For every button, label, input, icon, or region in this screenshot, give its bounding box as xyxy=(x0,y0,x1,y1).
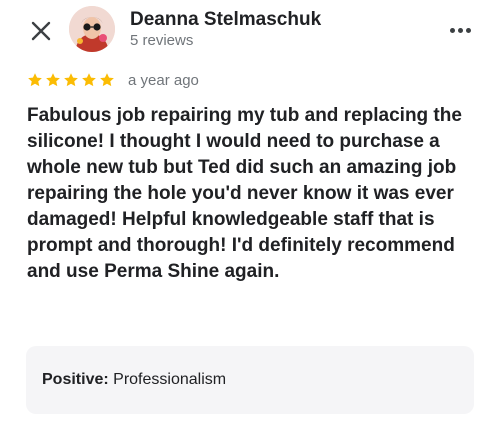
attribute-label: Positive: xyxy=(42,371,109,388)
star-icon xyxy=(100,73,114,87)
more-options-button[interactable] xyxy=(446,16,474,44)
review-date: a year ago xyxy=(128,71,199,89)
star-icon xyxy=(46,73,60,87)
reviewer-photo xyxy=(69,6,115,52)
close-button[interactable] xyxy=(26,16,56,46)
review-count: 5 reviews xyxy=(130,32,194,49)
star-icon xyxy=(28,73,42,87)
attributes-panel: Positive: Professionalism xyxy=(26,346,474,414)
star-icon xyxy=(64,73,78,87)
avatar[interactable] xyxy=(69,6,115,52)
close-icon xyxy=(31,21,51,41)
star-rating xyxy=(27,72,115,88)
attribute-value: Professionalism xyxy=(113,371,227,388)
review-text: Fabulous job repairing my tub and replac… xyxy=(27,105,462,282)
star-icon xyxy=(82,73,96,87)
reviewer-name[interactable]: Deanna Stelmaschuk xyxy=(130,9,321,31)
more-vertical-icon xyxy=(449,27,455,33)
rating-row: a year ago xyxy=(27,70,199,90)
attribute-line: Positive: Professionalism xyxy=(42,371,226,389)
review-header: Deanna Stelmaschuk 5 reviews xyxy=(0,0,500,62)
